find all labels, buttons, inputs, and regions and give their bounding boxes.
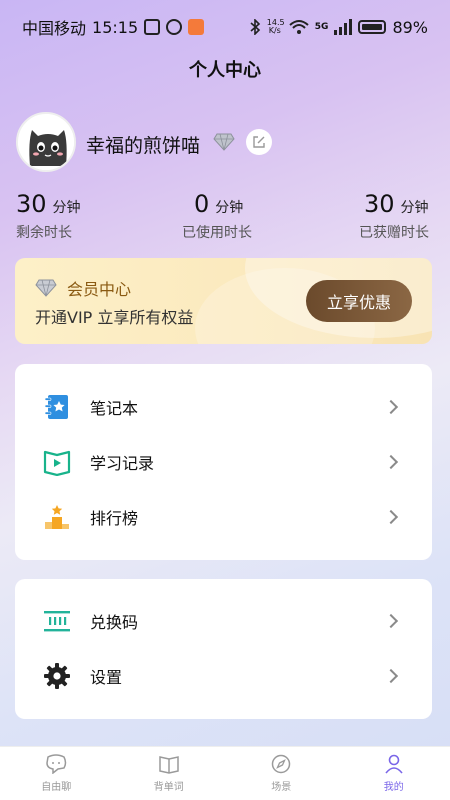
bottom-nav: 自由聊 背单词 场景 我的 (0, 746, 450, 800)
barcode-icon (43, 607, 71, 635)
vip-offer-button[interactable]: 立享优惠 (306, 280, 412, 322)
app-notification-icon (188, 19, 205, 35)
stat-label: 剩余时长 (16, 225, 72, 241)
stat-unit: 分钟 (400, 200, 429, 216)
stat-value: 0 (194, 190, 210, 218)
vip-subtitle: 开通VIP 立享所有权益 (35, 308, 194, 327)
status-bar: 中国移动 15:15 14.5 K/s 5G 89% (0, 0, 450, 54)
chevron-right-icon (383, 509, 399, 525)
nav-tab-free-chat[interactable]: 自由聊 (0, 747, 113, 800)
chevron-right-icon (383, 454, 399, 470)
chevron-right-icon (383, 613, 399, 629)
menu-label: 笔记本 (90, 399, 139, 418)
menu-item-study-record[interactable]: 学习记录 (15, 434, 432, 490)
nav-tab-mine[interactable]: 我的 (338, 747, 450, 800)
network-speed: 14.5 K/s (266, 18, 285, 35)
nav-tab-scenes[interactable]: 场景 (225, 747, 338, 800)
signal-icon (334, 19, 353, 35)
stat-label: 已使用时长 (182, 225, 252, 241)
carrier-label: 中国移动 (22, 19, 87, 38)
menu-card-secondary: 兑换码 设置 (15, 579, 432, 719)
nav-label: 自由聊 (41, 782, 72, 793)
network-type: 5G (314, 22, 329, 32)
menu-card-primary: 笔记本 学习记录 排行榜 (15, 364, 432, 560)
book-icon (159, 756, 179, 774)
edit-icon (253, 136, 265, 148)
stat-value: 30 (364, 190, 395, 218)
nav-label: 我的 (383, 782, 404, 793)
vip-banner[interactable]: 会员中心 开通VIP 立享所有权益 立享优惠 (15, 258, 432, 344)
stat-unit: 分钟 (52, 200, 81, 216)
chevron-right-icon (383, 668, 399, 684)
menu-label: 设置 (90, 668, 123, 687)
stat-unit: 分钟 (215, 200, 244, 216)
nickname: 幸福的煎饼喵 (86, 135, 201, 157)
nav-label: 背单词 (153, 782, 184, 793)
stat-remaining: 30 分钟 剩余时长 (16, 190, 81, 242)
alarm-icon (166, 19, 183, 35)
compass-icon (272, 754, 291, 774)
menu-item-settings[interactable]: 设置 (15, 648, 432, 704)
page-title: 个人中心 (189, 60, 261, 81)
wifi-icon (289, 20, 309, 34)
notebook-icon (43, 393, 71, 421)
nav-label: 场景 (271, 782, 292, 793)
stat-used: 0 分钟 已使用时长 (182, 190, 252, 242)
user-icon (385, 754, 403, 774)
cat-avatar-icon[interactable] (16, 112, 76, 172)
stat-label: 已获赠时长 (359, 225, 429, 241)
menu-label: 兑换码 (90, 613, 139, 632)
chat-icon (46, 754, 67, 774)
gear-icon (43, 662, 71, 690)
menu-item-redeem-code[interactable]: 兑换码 (15, 593, 432, 649)
podium-icon (43, 503, 71, 531)
vip-title: 会员中心 (67, 280, 132, 299)
edit-profile-button[interactable] (246, 129, 272, 155)
status-time: 15:15 (92, 17, 139, 37)
chevron-right-icon (383, 399, 399, 415)
bluetooth-icon (250, 19, 260, 35)
menu-item-leaderboard[interactable]: 排行榜 (15, 489, 432, 545)
menu-item-notebook[interactable]: 笔记本 (15, 379, 432, 435)
nav-tab-vocabulary[interactable]: 背单词 (113, 747, 226, 800)
diamond-icon (213, 133, 235, 151)
menu-label: 学习记录 (90, 454, 155, 473)
battery-percent: 89% (392, 17, 428, 37)
stat-value: 30 (16, 190, 47, 218)
battery-icon (358, 20, 387, 34)
stat-gifted: 30 分钟 已获赠时长 (359, 190, 429, 242)
diamond-icon (35, 279, 57, 297)
menu-label: 排行榜 (90, 509, 139, 528)
play-record-icon (43, 448, 71, 476)
nfc-icon (144, 19, 161, 35)
